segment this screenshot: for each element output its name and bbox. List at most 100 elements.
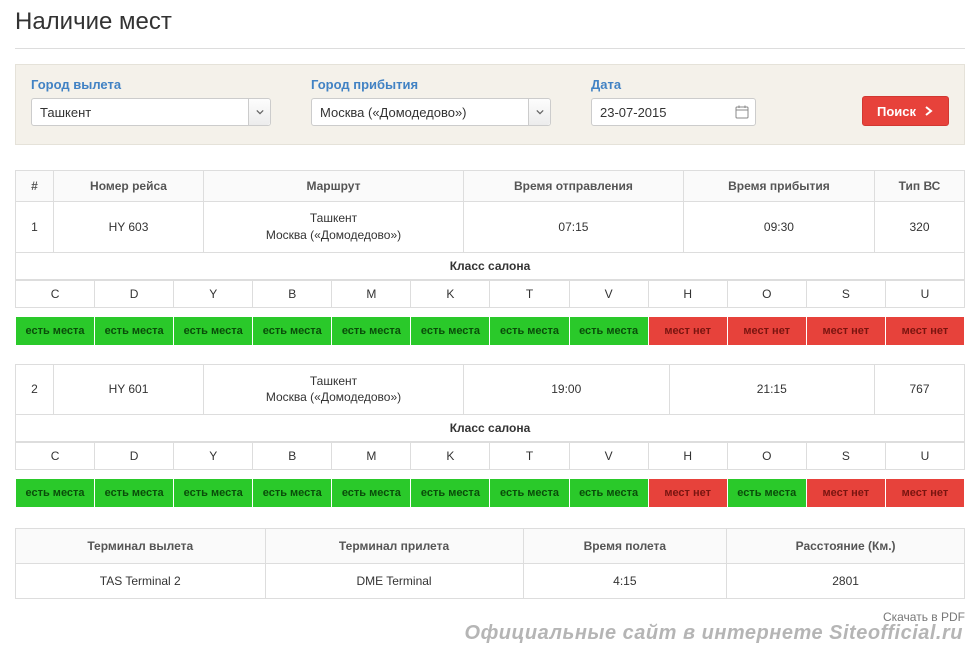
arrival-label: Город прибытия xyxy=(311,77,551,92)
departure-label: Город вылета xyxy=(31,77,271,92)
flight-time-header: Время полета xyxy=(523,529,727,564)
class-code: Y xyxy=(174,443,253,470)
class-code: O xyxy=(727,280,806,307)
flight-row: 1HY 603ТашкентМосква («Домодедово»)07:15… xyxy=(16,202,965,253)
flight-aircraft: 767 xyxy=(875,364,965,415)
availability-cell: мест нет xyxy=(806,316,885,345)
flight-dep-time: 07:15 xyxy=(464,202,684,253)
availability-cell: есть места xyxy=(95,316,174,345)
availability-cell: есть места xyxy=(253,479,332,508)
watermark-text: Официальные сайт в интернете Siteofficia… xyxy=(15,622,965,645)
availability-table: есть местаесть местаесть местаесть места… xyxy=(15,316,965,346)
page-title: Наличие мест xyxy=(15,0,965,49)
availability-cell: есть места xyxy=(490,316,569,345)
class-code: B xyxy=(253,443,332,470)
availability-cell: есть места xyxy=(174,479,253,508)
class-code: K xyxy=(411,443,490,470)
flight-number: HY 603 xyxy=(54,202,204,253)
class-code: Y xyxy=(174,280,253,307)
class-header: Класс салона xyxy=(16,252,965,279)
arrival-select[interactable]: Москва («Домодедово») xyxy=(311,98,551,126)
availability-cell: есть места xyxy=(727,479,806,508)
class-code: H xyxy=(648,280,727,307)
class-codes-table: CDYBMKTVHOSU xyxy=(15,442,965,470)
availability-cell: есть места xyxy=(411,479,490,508)
availability-cell: есть места xyxy=(490,479,569,508)
col-arr-time: Время прибытия xyxy=(683,171,874,202)
flight-route: ТашкентМосква («Домодедово») xyxy=(204,364,464,415)
flight-aircraft: 320 xyxy=(875,202,965,253)
departure-select[interactable]: Ташкент xyxy=(31,98,271,126)
flight-arr-time: 09:30 xyxy=(683,202,874,253)
availability-cell: мест нет xyxy=(885,316,964,345)
availability-cell: мест нет xyxy=(885,479,964,508)
flight-number: HY 601 xyxy=(54,364,204,415)
class-code: B xyxy=(253,280,332,307)
flight-dep-time: 19:00 xyxy=(464,364,670,415)
class-code: T xyxy=(490,280,569,307)
chevron-down-icon[interactable] xyxy=(248,99,270,125)
search-button-label: Поиск xyxy=(877,104,916,119)
availability-cell: есть места xyxy=(411,316,490,345)
availability-cell: есть места xyxy=(253,316,332,345)
availability-cell: есть места xyxy=(16,316,95,345)
date-label: Дата xyxy=(591,77,756,92)
summary-table: Терминал вылета Терминал прилета Время п… xyxy=(15,528,965,599)
arr-terminal-header: Терминал прилета xyxy=(265,529,523,564)
class-code: C xyxy=(16,280,95,307)
col-aircraft: Тип ВС xyxy=(875,171,965,202)
availability-cell: мест нет xyxy=(806,479,885,508)
availability-cell: есть места xyxy=(332,316,411,345)
class-code: T xyxy=(490,443,569,470)
availability-cell: есть места xyxy=(569,479,648,508)
date-input[interactable]: 23-07-2015 xyxy=(591,98,756,126)
flight-arr-time: 21:15 xyxy=(669,364,875,415)
flight-time-value: 4:15 xyxy=(523,564,727,599)
class-code: V xyxy=(569,443,648,470)
class-code: S xyxy=(806,280,885,307)
col-dep-time: Время отправления xyxy=(464,171,684,202)
availability-cell: есть места xyxy=(569,316,648,345)
flight-num: 2 xyxy=(16,364,54,415)
availability-cell: есть места xyxy=(174,316,253,345)
flight-table: 2HY 601ТашкентМосква («Домодедово»)19:00… xyxy=(15,364,965,443)
flight-route: ТашкентМосква («Домодедово») xyxy=(204,202,464,253)
calendar-icon[interactable] xyxy=(729,105,755,119)
availability-cell: есть места xyxy=(332,479,411,508)
availability-cell: есть места xyxy=(16,479,95,508)
class-code: D xyxy=(95,443,174,470)
col-route: Маршрут xyxy=(204,171,464,202)
arrival-value: Москва («Домодедово») xyxy=(312,105,528,120)
summary-row: TAS Terminal 2 DME Terminal 4:15 2801 xyxy=(16,564,965,599)
search-panel: Город вылета Ташкент Город прибытия Моск… xyxy=(15,64,965,145)
distance-value: 2801 xyxy=(727,564,965,599)
class-code: U xyxy=(885,280,964,307)
departure-value: Ташкент xyxy=(32,105,248,120)
class-header: Класс салона xyxy=(16,415,965,442)
availability-table: есть местаесть местаесть местаесть места… xyxy=(15,478,965,508)
class-code: O xyxy=(727,443,806,470)
class-codes-table: CDYBMKTVHOSU xyxy=(15,280,965,308)
availability-cell: мест нет xyxy=(648,316,727,345)
chevron-down-icon[interactable] xyxy=(528,99,550,125)
dep-terminal-header: Терминал вылета xyxy=(16,529,266,564)
flight-table: #Номер рейсаМаршрутВремя отправленияВрем… xyxy=(15,170,965,280)
class-code: V xyxy=(569,280,648,307)
date-value: 23-07-2015 xyxy=(592,105,729,120)
class-code: D xyxy=(95,280,174,307)
flight-num: 1 xyxy=(16,202,54,253)
class-code: K xyxy=(411,280,490,307)
availability-cell: мест нет xyxy=(648,479,727,508)
class-code: U xyxy=(885,443,964,470)
dep-terminal-value: TAS Terminal 2 xyxy=(16,564,266,599)
class-code: H xyxy=(648,443,727,470)
class-code: M xyxy=(332,443,411,470)
class-code: M xyxy=(332,280,411,307)
distance-header: Расстояние (Км.) xyxy=(727,529,965,564)
col-num: # xyxy=(16,171,54,202)
class-code: C xyxy=(16,443,95,470)
flight-row: 2HY 601ТашкентМосква («Домодедово»)19:00… xyxy=(16,364,965,415)
arrow-right-icon xyxy=(924,106,934,116)
search-button[interactable]: Поиск xyxy=(862,96,949,126)
availability-cell: есть места xyxy=(95,479,174,508)
